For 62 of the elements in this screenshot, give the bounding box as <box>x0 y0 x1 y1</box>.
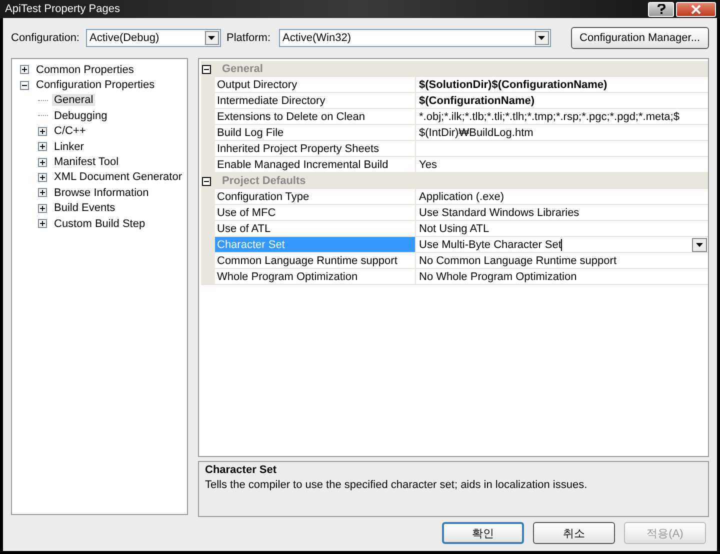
description-text: Tells the compiler to use the specified character set; aids in localization issues. <box>205 479 588 491</box>
tree-item[interactable]: Linker <box>52 140 86 153</box>
expander-icon[interactable] <box>38 158 47 167</box>
close-button[interactable] <box>676 2 716 16</box>
dialog-button[interactable]: 취소 <box>533 522 615 544</box>
collapse-icon[interactable] <box>202 176 211 186</box>
property-value[interactable]: Yes <box>419 158 437 170</box>
configuration-manager-button[interactable]: Configuration Manager... <box>570 27 709 49</box>
property-name[interactable]: Extensions to Delete on Clean <box>215 109 416 125</box>
tree-item[interactable]: C/C++ <box>52 125 88 138</box>
question-icon <box>656 4 666 14</box>
property-value[interactable]: Application (.exe) <box>419 190 504 202</box>
dropdown-arrow-icon <box>538 36 546 40</box>
expander-icon[interactable] <box>38 219 47 228</box>
property-name[interactable]: Inherited Project Property Sheets <box>215 141 416 157</box>
expander-icon[interactable] <box>38 172 47 182</box>
tree-item[interactable]: Configuration Properties <box>34 79 157 92</box>
tree-item[interactable]: Browse Information <box>52 186 151 199</box>
property-value[interactable]: No Common Language Runtime support <box>419 254 617 266</box>
tree-item[interactable]: XML Document Generator <box>52 171 184 184</box>
row-gutter <box>201 269 215 285</box>
property-value[interactable]: No Whole Program Optimization <box>419 270 577 282</box>
platform-dropdown[interactable]: Active(Win32) <box>278 29 551 47</box>
property-name[interactable]: Configuration Type <box>215 189 416 205</box>
window-title: ApiTest Property Pages <box>5 3 120 15</box>
property-name[interactable]: Build Log File <box>215 125 416 141</box>
tree-item[interactable]: Build Events <box>52 202 118 214</box>
expander-icon[interactable] <box>38 204 47 213</box>
property-name[interactable]: Common Language Runtime support <box>215 253 416 269</box>
tree-item[interactable]: Debugging <box>52 110 110 122</box>
property-value[interactable]: $(SolutionDir)$(ConfigurationName) <box>419 78 608 90</box>
property-value[interactable]: Use Multi-Byte Character Set <box>419 238 562 250</box>
property-name[interactable]: Whole Program Optimization <box>215 269 416 285</box>
platform-label: Platform: <box>226 32 271 44</box>
tree-item[interactable]: Custom Build Step <box>52 218 148 230</box>
close-icon <box>691 4 701 14</box>
property-name[interactable]: Intermediate Directory <box>215 93 416 109</box>
tree-item[interactable]: General <box>52 94 96 106</box>
dropdown-button[interactable] <box>692 238 707 252</box>
configuration-dropdown[interactable]: Active(Debug) <box>86 29 220 47</box>
property-value[interactable]: Not Using ATL <box>419 222 490 234</box>
tree-item[interactable]: Common Properties <box>34 64 136 76</box>
dropdown-arrow-icon <box>696 243 703 247</box>
text-cursor <box>561 238 562 250</box>
expander-icon[interactable] <box>20 80 29 90</box>
property-value[interactable]: Use Standard Windows Libraries <box>419 206 580 218</box>
collapse-icon[interactable] <box>202 64 211 74</box>
property-value[interactable]: $(ConfigurationName) <box>419 94 534 106</box>
expander-icon[interactable] <box>38 188 47 198</box>
property-value[interactable]: *.obj;*.ilk;*.tlb;*.tli;*.tlh;*.tmp;*.rsp;*.pgc;*.pgd;*.meta;$ <box>419 110 680 122</box>
expander-icon[interactable] <box>38 142 47 152</box>
expander-icon[interactable] <box>38 126 47 136</box>
property-name[interactable]: Use of MFC <box>215 205 416 221</box>
description-title: Character Set <box>205 464 278 476</box>
dialog-button[interactable]: 확인 <box>442 522 524 544</box>
configuration-label: Configuration: <box>11 32 80 44</box>
expander-icon[interactable] <box>20 65 29 74</box>
help-button[interactable] <box>648 2 674 16</box>
tree-item[interactable]: Manifest Tool <box>52 156 121 168</box>
property-value[interactable]: $(IntDir)₩BuildLog.htm <box>419 126 534 138</box>
property-name[interactable]: Output Directory <box>215 77 416 93</box>
dropdown-arrow-icon <box>208 36 215 40</box>
